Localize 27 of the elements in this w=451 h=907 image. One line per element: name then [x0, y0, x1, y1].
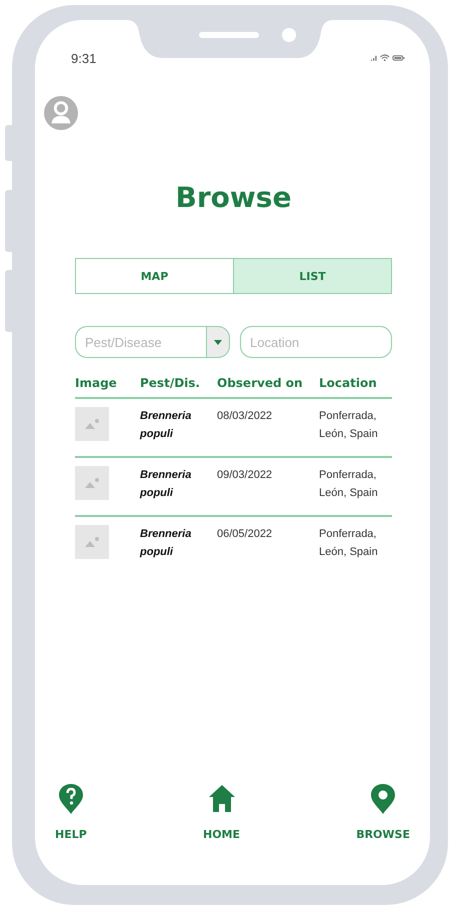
- column-header: Observed on: [217, 376, 304, 390]
- status-icons: [371, 54, 405, 62]
- page-title: Browse: [174, 180, 292, 216]
- table-cell-text: 08/03/2022: [217, 409, 274, 424]
- table-cell-text: Ponferrada, León, Spain: [319, 468, 379, 501]
- column-header: Pest/Dis.: [140, 376, 201, 390]
- nav-label[interactable]: HELP: [55, 828, 87, 841]
- image-placeholder-icon: [75, 407, 109, 441]
- nav-label[interactable]: BROWSE: [356, 828, 410, 841]
- table-cell-text: Brenneria populi: [140, 409, 192, 442]
- tab[interactable]: LIST: [233, 259, 391, 293]
- table-cell-text: 09/03/2022: [217, 468, 274, 483]
- table-cell-text: Brenneria populi: [140, 468, 192, 501]
- table-cell-text: Ponferrada, León, Spain: [319, 409, 379, 442]
- dropdown-button[interactable]: [206, 326, 230, 358]
- image-placeholder-icon: [75, 466, 109, 500]
- table-cell-text: Brenneria populi: [140, 527, 192, 560]
- status-time: 9:31: [71, 50, 96, 66]
- table-cell-text: Ponferrada, León, Spain: [319, 527, 379, 560]
- nav-label[interactable]: HOME: [202, 828, 240, 841]
- caret-icon: [214, 340, 222, 344]
- column-header: Image: [75, 376, 118, 390]
- location-field[interactable]: Location: [240, 326, 392, 358]
- column-header: Location: [319, 376, 378, 390]
- dropdown-field[interactable]: Pest/Disease: [75, 326, 206, 358]
- table-cell-text: 06/05/2022: [217, 527, 274, 542]
- image-placeholder-icon: [75, 525, 109, 559]
